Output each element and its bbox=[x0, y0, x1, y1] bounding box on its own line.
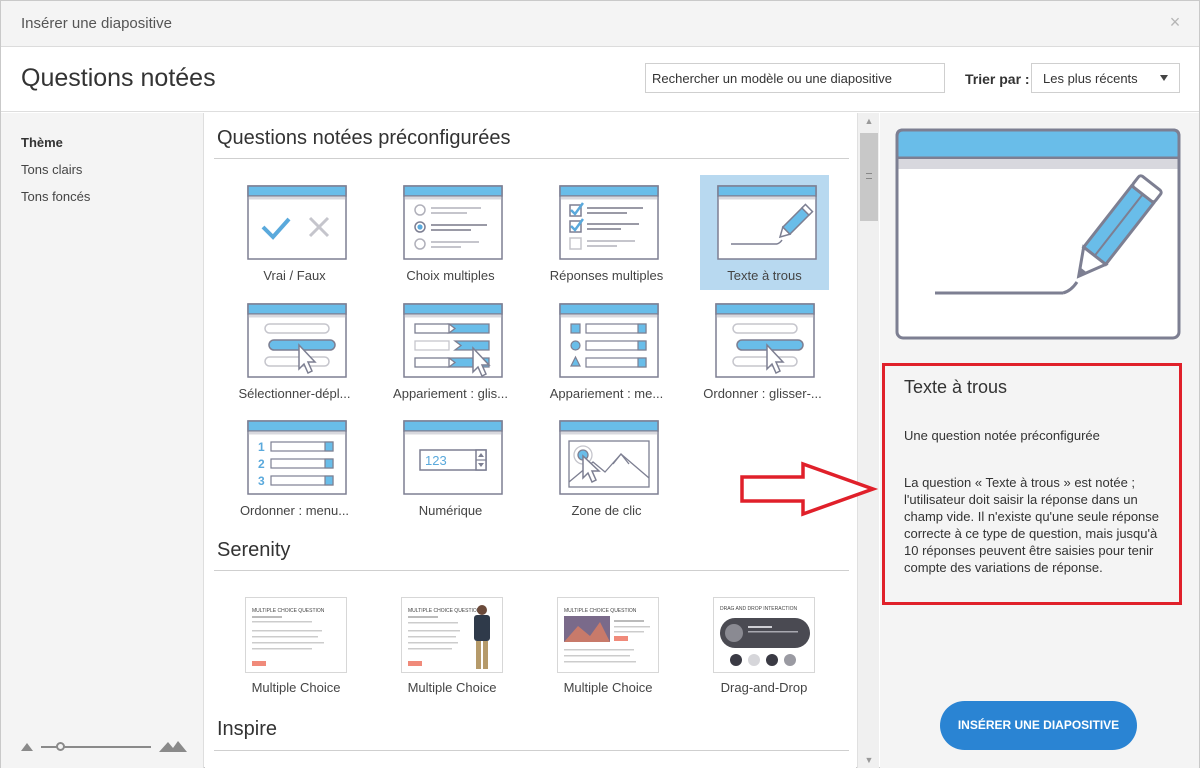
section-title-preconfigured: Questions notées préconfigurées bbox=[217, 127, 511, 149]
tile-label: Drag-and-Drop bbox=[720, 680, 808, 695]
preview-title: Texte à trous bbox=[904, 377, 1008, 397]
tile-sequence-dropdown[interactable]: 1 2 3 Ordonner : menu... bbox=[230, 410, 359, 525]
tile-label: Choix multiples bbox=[406, 268, 495, 283]
svg-text:MULTIPLE CHOICE QUESTION: MULTIPLE CHOICE QUESTION bbox=[252, 608, 325, 614]
tile-label: Ordonner : glisser-... bbox=[703, 386, 822, 401]
scrollbar-thumb[interactable] bbox=[860, 133, 878, 221]
tile-label: Ordonner : menu... bbox=[239, 503, 350, 518]
chevron-down-icon bbox=[1160, 75, 1168, 81]
tile-fill-in-blank[interactable]: Texte à trous bbox=[700, 175, 829, 290]
tile-label: Multiple Choice bbox=[407, 680, 497, 695]
matching-dropdown-icon bbox=[559, 303, 659, 378]
tile-numeric[interactable]: 123 Numérique bbox=[386, 410, 515, 525]
slide-thumbnail: MULTIPLE CHOICE QUESTION bbox=[245, 597, 347, 673]
slide-thumbnail: MULTIPLE CHOICE QUESTION bbox=[401, 597, 503, 673]
dialog-titlebar: Insérer une diapositive × bbox=[1, 1, 1199, 47]
section-title-serenity: Serenity bbox=[217, 539, 291, 561]
svg-text:MULTIPLE CHOICE QUESTION: MULTIPLE CHOICE QUESTION bbox=[564, 608, 637, 614]
sort-value: Les plus récents bbox=[1043, 71, 1138, 86]
slide-thumbnail: MULTIPLE CHOICE QUESTION bbox=[557, 597, 659, 673]
svg-text:DRAG AND DROP INTERACTION: DRAG AND DROP INTERACTION bbox=[720, 606, 798, 612]
dialog-title: Insérer une diapositive bbox=[21, 15, 172, 32]
dialog-header: Questions notées Trier par : Les plus ré… bbox=[1, 48, 1199, 112]
tile-true-false[interactable]: Vrai / Faux bbox=[230, 175, 359, 290]
section-divider bbox=[214, 570, 849, 571]
theme-sidebar: Thème Tons clairs Tons foncés bbox=[1, 113, 204, 768]
sort-dropdown[interactable]: Les plus récents bbox=[1031, 63, 1180, 93]
tile-label: Vrai / Faux bbox=[263, 268, 326, 283]
multiple-choice-icon bbox=[403, 185, 503, 260]
true-false-icon bbox=[247, 185, 347, 260]
sidebar-item-light-tones[interactable]: Tons clairs bbox=[21, 162, 82, 177]
page-title: Questions notées bbox=[21, 64, 216, 92]
tile-matching-dropdown[interactable]: Appariement : me... bbox=[542, 293, 671, 408]
fill-in-blank-icon bbox=[895, 128, 1181, 340]
tile-label: Appariement : me... bbox=[549, 386, 664, 401]
svg-text:2: 2 bbox=[258, 457, 265, 471]
tile-label: Sélectionner-dépl... bbox=[238, 386, 351, 401]
tile-drag-select[interactable]: Sélectionner-dépl... bbox=[230, 293, 359, 408]
sidebar-item-theme[interactable]: Thème bbox=[21, 135, 63, 150]
arrow-annotation-icon bbox=[740, 461, 879, 517]
tile-label: Multiple Choice bbox=[563, 680, 653, 695]
insert-slide-button[interactable]: INSÉRER UNE DIAPOSITIVE bbox=[940, 701, 1137, 750]
template-info-box: Texte à trous Une question notée préconf… bbox=[882, 363, 1182, 605]
svg-text:1: 1 bbox=[258, 440, 265, 454]
tile-multiple-choice[interactable]: Choix multiples bbox=[386, 175, 515, 290]
sequence-dropdown-icon: 1 2 3 bbox=[247, 420, 347, 495]
slide-thumbnail: DRAG AND DROP INTERACTION bbox=[713, 597, 815, 673]
template-gallery: Questions notées préconfigurées Vrai / F… bbox=[205, 113, 856, 768]
grip-lines-icon bbox=[866, 173, 872, 179]
tile-serenity-multiple-choice-2[interactable]: MULTIPLE CHOICE QUESTION Multiple Choice bbox=[384, 597, 513, 707]
tile-sequence-drag[interactable]: Ordonner : glisser-... bbox=[698, 293, 827, 408]
insert-slide-dialog: Insérer une diapositive × Questions noté… bbox=[0, 0, 1200, 768]
hotspot-icon bbox=[559, 420, 659, 495]
matching-drag-icon bbox=[403, 303, 503, 378]
multiple-response-icon bbox=[559, 185, 659, 260]
preview-description: La question « Texte à trous » est notée … bbox=[904, 475, 1160, 575]
preview-panel: Texte à trous Une question notée préconf… bbox=[880, 113, 1199, 768]
tile-serenity-multiple-choice-3[interactable]: MULTIPLE CHOICE QUESTION Multiple Choice bbox=[540, 597, 669, 707]
section-title-inspire: Inspire bbox=[217, 718, 278, 740]
search-input[interactable] bbox=[645, 63, 945, 93]
close-icon[interactable]: × bbox=[1165, 12, 1185, 32]
scroll-up-icon[interactable]: ▲ bbox=[858, 113, 880, 129]
tile-matching-drag[interactable]: Appariement : glis... bbox=[386, 293, 515, 408]
drag-select-icon bbox=[247, 303, 347, 378]
sequence-drag-icon bbox=[715, 303, 815, 378]
tile-label: Zone de clic bbox=[571, 503, 642, 518]
slider-thumb[interactable] bbox=[56, 742, 65, 751]
tile-multiple-response[interactable]: Réponses multiples bbox=[542, 175, 671, 290]
scroll-down-icon[interactable]: ▼ bbox=[858, 752, 880, 768]
thumbnail-size-slider[interactable] bbox=[21, 740, 191, 754]
svg-text:3: 3 bbox=[258, 474, 265, 488]
svg-text:MULTIPLE CHOICE QUESTION: MULTIPLE CHOICE QUESTION bbox=[408, 608, 481, 614]
sort-label: Trier par : bbox=[965, 71, 1030, 87]
section-divider bbox=[214, 158, 849, 159]
tile-label: Réponses multiples bbox=[549, 268, 664, 283]
tile-label: Numérique bbox=[418, 503, 483, 518]
tile-serenity-multiple-choice-1[interactable]: MULTIPLE CHOICE QUESTION Multiple Choice bbox=[228, 597, 357, 707]
section-divider bbox=[214, 750, 849, 751]
numeric-value: 123 bbox=[425, 453, 447, 468]
tile-label: Texte à trous bbox=[727, 268, 802, 283]
tile-hotspot[interactable]: Zone de clic bbox=[542, 410, 671, 525]
tile-label: Multiple Choice bbox=[251, 680, 341, 695]
small-mountain-icon bbox=[21, 743, 33, 751]
large-mountain-icon bbox=[159, 741, 187, 752]
tile-serenity-drag-and-drop[interactable]: DRAG AND DROP INTERACTION Drag-and-Drop bbox=[696, 597, 825, 707]
sidebar-item-dark-tones[interactable]: Tons foncés bbox=[21, 189, 90, 204]
gallery-scrollbar[interactable]: ▲ ▼ bbox=[857, 113, 879, 768]
numeric-icon: 123 bbox=[403, 420, 503, 495]
fill-in-blank-icon bbox=[717, 185, 817, 260]
preview-subtitle: Une question notée préconfigurée bbox=[904, 428, 1100, 443]
tile-label: Appariement : glis... bbox=[393, 386, 508, 401]
